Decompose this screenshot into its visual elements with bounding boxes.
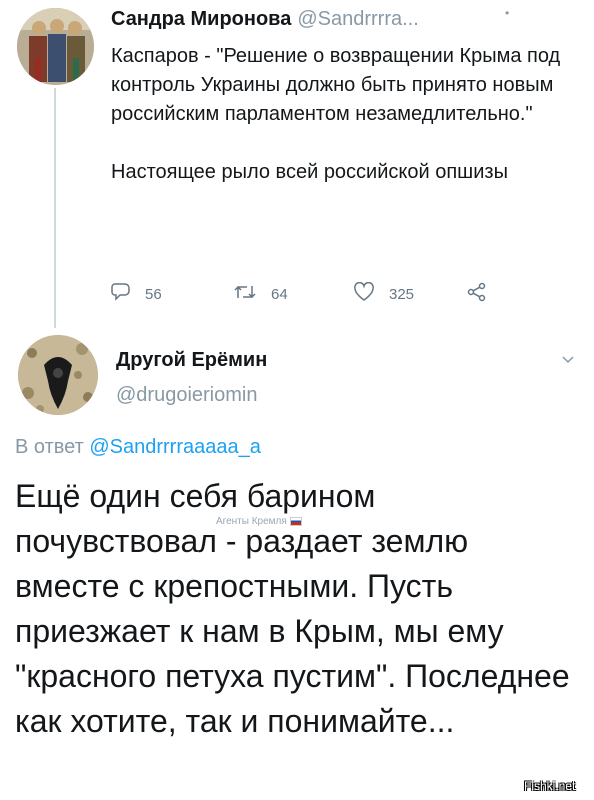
reply-context: В ответ @Sandrrrraaaaa_a [15, 436, 261, 459]
site-watermark: Fishki.net [524, 779, 576, 793]
more-dot-icon: • [505, 6, 510, 20]
author-handle[interactable]: @Sandrrrra... [297, 8, 418, 30]
avatar[interactable] [17, 8, 94, 85]
author-name[interactable]: Другой Ерёмин [116, 349, 267, 372]
like-count: 325 [389, 285, 415, 303]
like-icon [353, 281, 389, 306]
watermark-text: Агенты Кремля [216, 516, 287, 527]
author-name[interactable]: Сандра Миронова [111, 8, 291, 30]
retweet-icon [233, 282, 271, 306]
avatar[interactable] [18, 335, 98, 415]
overlay-watermark: Агенты Кремля [216, 516, 302, 527]
tweet-comment-paragraph: Настоящее рыло всей российской опшизы [111, 161, 508, 183]
tweet-quote-paragraph: Каспаров - "Решение о возвращении Крыма … [111, 45, 561, 125]
share-button[interactable] [467, 282, 501, 306]
tweet-text: Ещё один себя барином почувствовал - раз… [15, 478, 570, 739]
tweet-text: Каспаров - "Решение о возвращении Крыма … [111, 42, 561, 187]
chevron-down-icon[interactable] [561, 352, 575, 370]
russian-flag-icon [289, 517, 302, 526]
like-button[interactable]: 325 [353, 281, 415, 306]
tweet-header: Сандра Миронова @Sandrrrra... [111, 8, 419, 31]
retweet-count: 64 [271, 285, 288, 303]
reply-icon [111, 282, 145, 306]
share-icon [467, 282, 501, 306]
reply-count: 56 [145, 285, 162, 303]
author-handle[interactable]: @drugoieriomin [116, 384, 257, 407]
thread-connector-line [54, 88, 56, 328]
reply-button[interactable]: 56 [111, 282, 162, 306]
retweet-button[interactable]: 64 [233, 282, 288, 306]
reply-prefix: В ответ [15, 436, 84, 458]
reply-mention-link[interactable]: @Sandrrrraaaaa_a [89, 436, 261, 458]
